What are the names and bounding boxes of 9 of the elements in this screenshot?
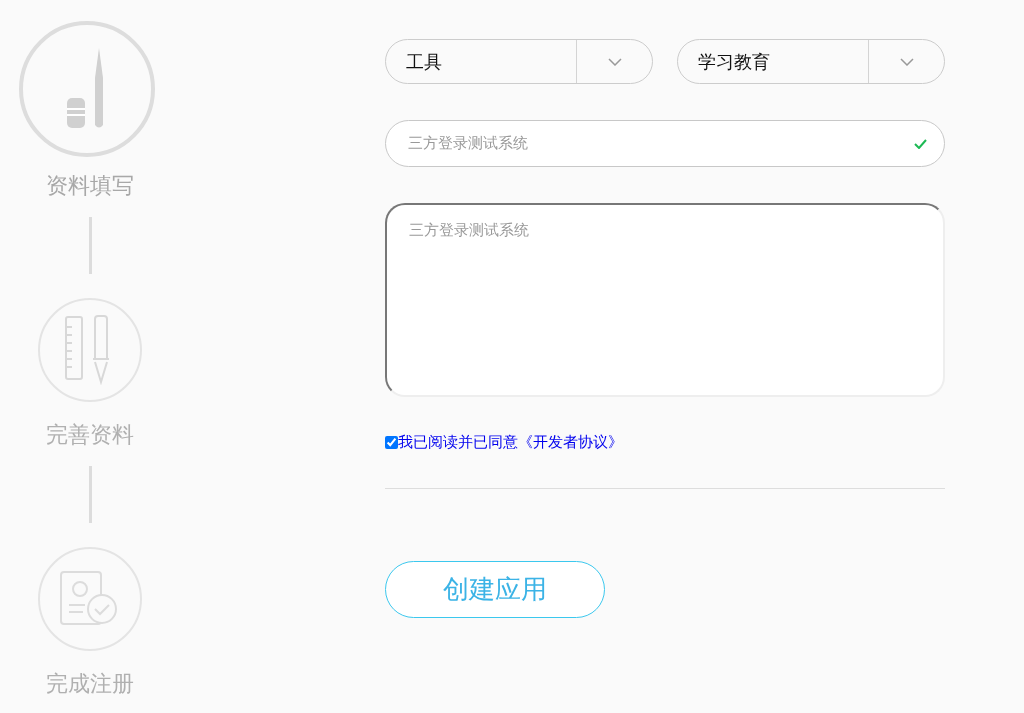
description-field[interactable]: 三方登录测试系统	[385, 203, 945, 397]
step-label: 资料填写	[46, 172, 134, 200]
chevron-down-icon	[607, 57, 622, 66]
agreement-checkbox[interactable]	[385, 436, 398, 449]
agreement-link[interactable]: 我已阅读并已同意《开发者协议》	[398, 433, 623, 452]
step-label: 完成注册	[46, 670, 134, 698]
document-check-icon	[60, 571, 120, 627]
step-label: 完善资料	[46, 421, 134, 449]
chevron-down-icon	[899, 57, 914, 66]
